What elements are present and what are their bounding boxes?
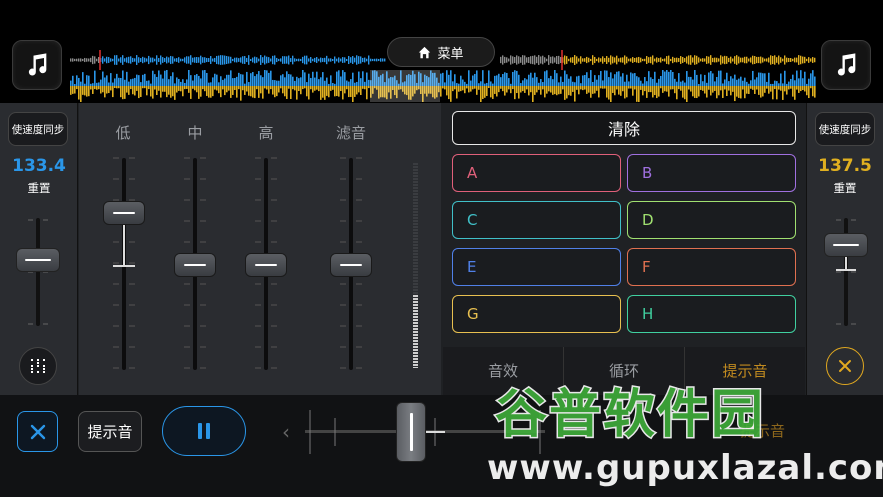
deck-left-close-button[interactable] <box>17 411 58 452</box>
eq-low-handle[interactable] <box>103 201 145 225</box>
eq-label-high: 高 <box>258 124 274 142</box>
deck-left-play-pause-button[interactable] <box>162 406 246 456</box>
deck-left-bpm: 133.4 <box>12 156 66 176</box>
watermark-url: www.gupuxlazal.com <box>487 448 883 488</box>
pad-f[interactable]: F <box>627 248 796 286</box>
deck-right-pitch-handle[interactable] <box>824 233 868 257</box>
deck-left-grid-button[interactable] <box>19 347 57 385</box>
deck-right-pitch-offset-line <box>845 256 847 270</box>
deck-right-artwork[interactable] <box>821 40 871 90</box>
close-icon <box>30 424 45 439</box>
deck-left-cue-button[interactable]: 提示音 <box>78 411 142 452</box>
pad-c[interactable]: C <box>452 201 621 239</box>
pad-e[interactable]: E <box>452 248 621 286</box>
deck-right-pitch-center-mark <box>836 269 856 271</box>
crossfader-handle[interactable] <box>396 402 426 462</box>
eq-mid-handle[interactable] <box>174 253 216 277</box>
deck-left-overview-waveform[interactable] <box>70 50 386 70</box>
main-waveform[interactable] <box>70 70 816 102</box>
deck-left-pitch-handle[interactable] <box>16 248 60 272</box>
menu-label: 菜单 <box>437 46 464 62</box>
pad-h[interactable]: H <box>627 295 796 333</box>
watermark-title: 谷普软件园 <box>493 384 766 447</box>
pad-b[interactable]: B <box>627 154 796 192</box>
pause-icon <box>198 423 210 439</box>
deck-right-close-button[interactable] <box>826 347 864 385</box>
deck-left-sync-button[interactable]: 使速度同步 <box>8 112 68 146</box>
deck-left-reset-button[interactable]: 重置 <box>0 180 78 196</box>
home-icon <box>419 46 431 58</box>
eq-low-center-mark <box>113 265 135 267</box>
eq-high-handle[interactable] <box>245 253 287 277</box>
vu-meter <box>413 163 418 368</box>
eq-low-offset-line <box>123 224 125 266</box>
close-icon <box>839 360 851 372</box>
music-note-icon <box>28 53 47 76</box>
deck-right-sync-button[interactable]: 使速度同步 <box>815 112 875 146</box>
pad-g[interactable]: G <box>452 295 621 333</box>
deck-left-pitch-ticks <box>28 219 48 325</box>
filter-handle[interactable] <box>330 253 372 277</box>
deck-right-reset-button[interactable]: 重置 <box>806 180 883 196</box>
eq-label-filter: 滤音 <box>335 124 366 142</box>
deck-left-artwork[interactable] <box>12 40 62 90</box>
pad-d[interactable]: D <box>627 201 796 239</box>
clear-button[interactable]: 清除 <box>452 111 796 145</box>
pad-a[interactable]: A <box>452 154 621 192</box>
chevron-left-icon[interactable]: ‹ <box>282 420 290 444</box>
deck-right-overview-waveform[interactable] <box>500 50 816 70</box>
grid-dots-icon <box>31 359 45 373</box>
music-note-icon <box>837 53 856 76</box>
eq-label-mid: 中 <box>187 124 203 142</box>
eq-label-low: 低 <box>115 124 131 142</box>
deck-right-bpm: 137.5 <box>818 156 872 176</box>
menu-button[interactable]: 菜单 <box>387 37 495 67</box>
